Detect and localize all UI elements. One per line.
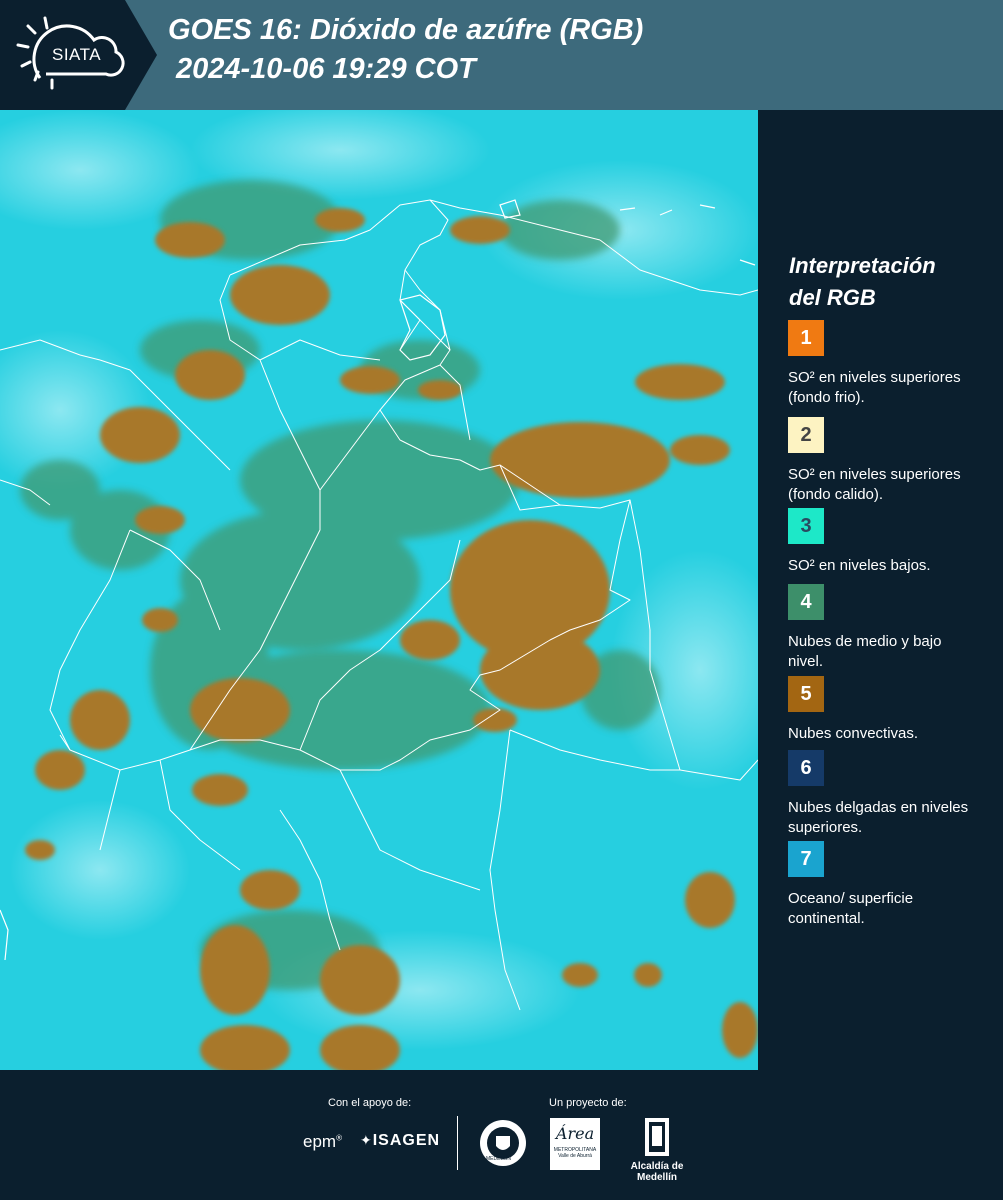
legend-swatch-4: 4 bbox=[788, 584, 824, 620]
area-logo-title: Área bbox=[555, 1124, 595, 1143]
legend-swatch-7: 7 bbox=[788, 841, 824, 877]
project-label: Un proyecto de: bbox=[549, 1097, 627, 1109]
medellin-seal: MEDELLÍN bbox=[478, 1118, 528, 1173]
page-title: GOES 16: Dióxido de azúfre (RGB) bbox=[168, 14, 644, 46]
legend-swatch-3: 3 bbox=[788, 508, 824, 544]
legend-swatch-2: 2 bbox=[788, 417, 824, 453]
isagen-logo-text: ISAGEN bbox=[372, 1132, 441, 1149]
medellin-seal-text: MEDELLÍN bbox=[486, 1156, 512, 1162]
area-metropolitana-logo: Área METROPOLITANA Valle de Aburrá bbox=[550, 1118, 600, 1170]
isagen-star-icon: ✦ bbox=[360, 1132, 373, 1148]
satellite-map bbox=[0, 110, 758, 1070]
epm-logo-text: epm bbox=[303, 1132, 337, 1151]
header-bar: SIATA GOES 16: Dióxido de azúfre (RGB) 2… bbox=[0, 0, 1003, 110]
area-logo-sub2: Valle de Aburrá bbox=[558, 1153, 592, 1159]
legend-description-1: SO² en niveles superiores (fondo frio). bbox=[788, 369, 961, 406]
page-timestamp: 2024-10-06 19:29 COT bbox=[176, 53, 476, 85]
siata-logo-text: SIATA bbox=[52, 45, 102, 64]
epm-logo: epm® bbox=[303, 1132, 342, 1151]
support-label: Con el apoyo de: bbox=[328, 1097, 412, 1109]
legend-description-7: Oceano/ superficie continental. bbox=[788, 890, 914, 927]
legend-description-5: Nubes convectivas. bbox=[788, 725, 919, 742]
footer-divider bbox=[457, 1116, 458, 1170]
alcaldia-shield-icon bbox=[645, 1118, 669, 1156]
legend-swatch-5: 5 bbox=[788, 676, 824, 712]
legend-swatch-6: 6 bbox=[788, 750, 824, 786]
legend-swatch-1: 1 bbox=[788, 320, 824, 356]
legend-title-line2: del RGB bbox=[789, 285, 876, 310]
legend-title: Interpretación del RGB bbox=[789, 250, 999, 314]
legend-description-3: SO² en niveles bajos. bbox=[788, 557, 931, 574]
footer-bar: Con el apoyo de: Un proyecto de: epm® ✦I… bbox=[0, 1070, 1003, 1200]
legend-panel: Interpretación del RGB 1 SO² en niveles … bbox=[770, 110, 1003, 1070]
alcaldia-label: Alcaldía de Medellín bbox=[630, 1161, 684, 1183]
isagen-logo: ✦ISAGEN bbox=[360, 1132, 440, 1150]
alcaldia-logo: Alcaldía de Medellín bbox=[612, 1116, 702, 1183]
siata-logo: SIATA bbox=[0, 0, 160, 110]
legend-description-2: SO² en niveles superiores (fondo calido)… bbox=[788, 466, 961, 503]
legend-description-6: Nubes delgadas en niveles superiores. bbox=[788, 799, 969, 836]
legend-title-line1: Interpretación bbox=[789, 253, 936, 278]
legend-description-4: Nubes de medio y bajo nivel. bbox=[788, 633, 942, 670]
